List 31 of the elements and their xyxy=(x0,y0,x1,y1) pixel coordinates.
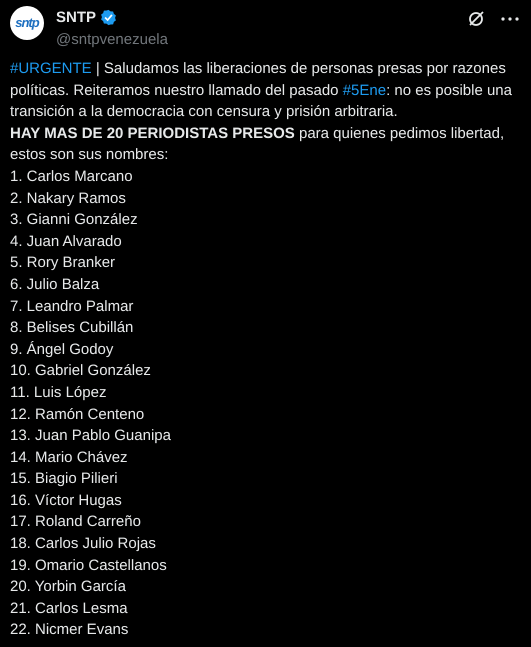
list-item-text: 16. Víctor Hugas xyxy=(10,490,123,511)
author-handle[interactable]: @sntpvenezuela xyxy=(56,30,459,49)
hashtag-link[interactable]: #URGENTE xyxy=(10,60,92,77)
list-item-text: 11. Luis López xyxy=(10,382,108,403)
list-item-text: 21. Carlos Lesma xyxy=(10,598,129,619)
post-text: HAY MAS DE 20 PERIODISTAS PRESOS para quienes pedimos libertad, estos son sus nombres: xyxy=(10,124,506,166)
hashtag-link[interactable]: #5Ene xyxy=(342,82,386,99)
author-name[interactable]: SNTP xyxy=(56,9,96,27)
list-item-text: 14. Mario Chávez xyxy=(10,448,129,468)
list-item-text: 1. Carlos Marcano xyxy=(10,166,134,187)
list-item-text: 13. Juan Pablo Guanipa xyxy=(10,426,172,446)
list-item-text: 6. Julio Balza xyxy=(10,274,100,295)
list-item-text: 7. Leandro Palmar xyxy=(10,296,134,317)
list-item-text: 20. Yorbin García xyxy=(10,577,127,598)
list-item-text: 4. Juan Alvarado xyxy=(10,232,123,252)
list-item-text: 17. Roland Carreño xyxy=(10,512,142,532)
slashed-circle-icon[interactable] xyxy=(467,10,485,28)
list-item-text: 2. Nakary Ramos xyxy=(10,188,127,209)
list-item-text: 8. Belises Cubillán xyxy=(10,318,134,338)
post-text: #URGENTE | Saludamos las liberaciones de personas presas por razones políticas. Reiteramos nuestro llamado del pasado #5Ene: no es posible una transición a la democracia con censura y prisión arbitraria. xyxy=(10,59,513,122)
list-item-text: 18. Carlos Julio Rojas xyxy=(10,534,157,554)
list-item-text: 15. Biagio Pilieri xyxy=(10,469,119,490)
list-item-text: 9. Ángel Godoy xyxy=(10,340,114,360)
list-item-text: 12. Ramón Centeno xyxy=(10,404,146,424)
more-icon[interactable] xyxy=(501,17,519,21)
list-item-text: 22. Nicmer Evans xyxy=(10,620,130,640)
list-item-text: 19. Omario Castellanos xyxy=(10,556,168,576)
list-item-text: 5. Rory Branker xyxy=(10,253,116,274)
avatar-logo[interactable]: sntp xyxy=(10,6,44,40)
list-item-text: 3. Gianni González xyxy=(10,210,139,230)
list-item-text: 10. Gabriel González xyxy=(10,361,152,382)
